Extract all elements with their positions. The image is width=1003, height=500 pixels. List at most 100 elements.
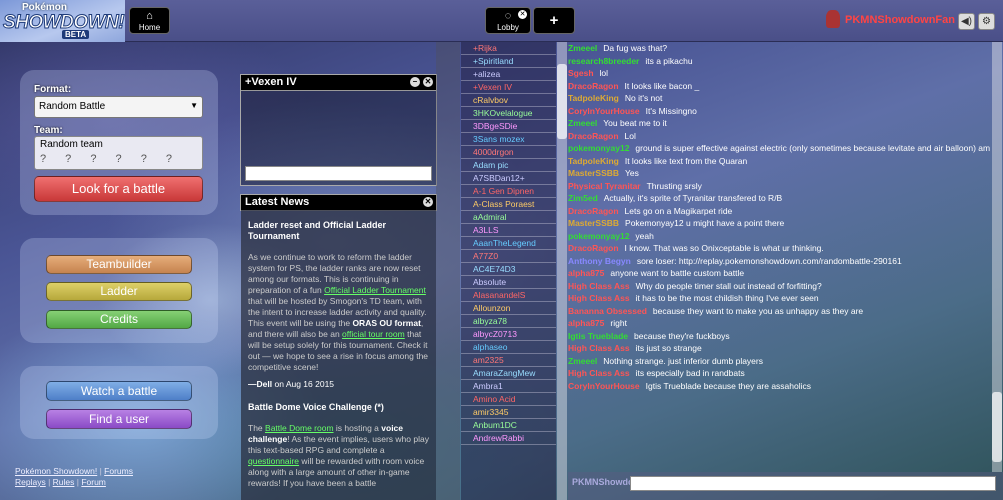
user-list-item[interactable]: A7SBDan12+	[461, 172, 556, 185]
avatar-icon[interactable]	[826, 10, 840, 28]
add-tab-button[interactable]: +	[533, 7, 575, 34]
chat-username[interactable]: alpha875	[568, 268, 604, 278]
close-news-icon[interactable]: ✕	[423, 197, 433, 207]
user-list-item[interactable]: AndrewRabbi	[461, 432, 556, 445]
user-list-item[interactable]: Amino Acid	[461, 393, 556, 406]
username-label[interactable]: PKMNShowdownFan	[845, 14, 955, 26]
user-list-item[interactable]: +Spiritland	[461, 55, 556, 68]
credits-button[interactable]: Credits	[46, 310, 192, 329]
user-list-item[interactable]: 3HKOvelalogue	[461, 107, 556, 120]
close-lobby-icon[interactable]: ✕	[518, 10, 527, 19]
user-list-item[interactable]: Ambra1	[461, 380, 556, 393]
teambuilder-button[interactable]: Teambuilder	[46, 255, 192, 274]
chat-username[interactable]: High Class Ass	[568, 343, 630, 353]
user-list-item[interactable]: A77Z0	[461, 250, 556, 263]
panel-resize-handle[interactable]	[436, 42, 460, 500]
chat-input[interactable]	[630, 476, 996, 491]
user-list-item[interactable]: aAdmiral	[461, 211, 556, 224]
chat-username[interactable]: Igtis Trueblade	[568, 331, 628, 341]
chat-username[interactable]: CorylnYourHouse	[568, 106, 640, 116]
lobby-tab[interactable]: ◌ Lobby ✕	[485, 7, 531, 34]
chat-username[interactable]: Sgesh	[568, 68, 594, 78]
footer-link-forum[interactable]: Forum	[81, 477, 106, 487]
ladder-button[interactable]: Ladder	[46, 282, 192, 301]
chat-username[interactable]: research8breeder	[568, 56, 639, 66]
footer-link-forums[interactable]: Forums	[104, 466, 133, 476]
user-list-item[interactable]: am2325	[461, 354, 556, 367]
user-list-item[interactable]: alphaseo	[461, 341, 556, 354]
user-list-item[interactable]: AlasanandelS	[461, 289, 556, 302]
news-link[interactable]: Battle Dome room	[265, 423, 334, 433]
chat-username[interactable]: Zmeeel	[568, 43, 597, 53]
user-list-item[interactable]: A3LLS	[461, 224, 556, 237]
chat-username[interactable]: Zmeeel	[568, 356, 597, 366]
news-link[interactable]: official tour room	[342, 329, 405, 339]
user-list-item[interactable]: 3DBgeSDie	[461, 120, 556, 133]
user-list-item[interactable]: cRalvbov	[461, 94, 556, 107]
chat-username[interactable]: CorylnYourHouse	[568, 381, 640, 391]
news-paragraph-2: The Battle Dome room is hosting a voice …	[248, 423, 429, 489]
user-list-item[interactable]: Adam pic	[461, 159, 556, 172]
gear-icon[interactable]: ⚙	[978, 13, 995, 30]
volume-icon[interactable]: ◀)	[958, 13, 975, 30]
user-list-item[interactable]: 3Sans mozex	[461, 133, 556, 146]
news-link[interactable]: questionnaire	[248, 456, 299, 466]
footer-link-replays[interactable]: Replays	[15, 477, 46, 487]
user-list-item[interactable]: A-1 Gen Dipnen	[461, 185, 556, 198]
user-list-item[interactable]: albycZ0713	[461, 328, 556, 341]
home-tab[interactable]: ⌂ Home	[129, 7, 170, 34]
chat-username[interactable]: DracoRagon	[568, 206, 619, 216]
chat-username[interactable]: High Class Ass	[568, 293, 630, 303]
user-list-item[interactable]: +Rijka	[461, 42, 556, 55]
user-list-item[interactable]: AmaraZangMew	[461, 367, 556, 380]
chat-scroll-thumb[interactable]	[992, 392, 1002, 462]
showdown-logo[interactable]: Pokémon SHOWDOWN! BETA	[0, 0, 125, 42]
user-list-item[interactable]: +alizea	[461, 68, 556, 81]
chat-username[interactable]: alpha875	[568, 318, 604, 328]
chat-username[interactable]: TadpoleKing	[568, 93, 619, 103]
chat-username[interactable]: DracoRagon	[568, 131, 619, 141]
user-list-item[interactable]: albyza78	[461, 315, 556, 328]
user-list-item[interactable]: AaanTheLegend	[461, 237, 556, 250]
team-select[interactable]: Random team ? ? ? ? ? ?	[34, 136, 203, 170]
user-list-item[interactable]: 4000drgon	[461, 146, 556, 159]
footer-link-home[interactable]: Pokémon Showdown!	[15, 466, 97, 476]
userlist-scroll-thumb[interactable]	[557, 64, 567, 139]
chat-message: CorylnYourHouse Igtis Trueblade because t…	[568, 380, 991, 393]
chat-username[interactable]: TadpoleKing	[568, 156, 619, 166]
chat-username[interactable]: DracoRagon	[568, 243, 619, 253]
chat-username[interactable]: Anthony Begyn	[568, 256, 631, 266]
user-list-item[interactable]: AC4E74D3	[461, 263, 556, 276]
minimize-icon[interactable]: –	[410, 77, 420, 87]
user-list-item[interactable]: Absolute	[461, 276, 556, 289]
chat-username[interactable]: Bananna Obsessed	[568, 306, 647, 316]
userlist-scrollbar[interactable]	[557, 42, 567, 500]
user-list-item[interactable]: +Vexen IV	[461, 81, 556, 94]
watch-battle-button[interactable]: Watch a battle	[46, 381, 192, 401]
chat-username[interactable]: pokemonyay12	[568, 231, 629, 241]
find-user-button[interactable]: Find a user	[46, 409, 192, 429]
chat-username[interactable]: Zmeeel	[568, 118, 597, 128]
news-title: Latest News	[245, 196, 310, 208]
chat-username[interactable]: DracoRagon	[568, 81, 619, 91]
chat-username[interactable]: High Class Ass	[568, 281, 630, 291]
user-list-item[interactable]: amir3345	[461, 406, 556, 419]
user-list-item[interactable]: Allounzon	[461, 302, 556, 315]
look-for-battle-button[interactable]: Look for a battle	[34, 176, 203, 202]
chat-username[interactable]: Zim5ed	[568, 193, 598, 203]
user-list-item[interactable]: A-Class Poraest	[461, 198, 556, 211]
news-link[interactable]: Official Ladder Tournament	[324, 285, 426, 295]
chat-username[interactable]: High Class Ass	[568, 368, 630, 378]
chat-username[interactable]: MasterSSBB	[568, 218, 619, 228]
pm-input[interactable]	[245, 166, 432, 181]
pm-header[interactable]: +Vexen IV – ✕	[241, 75, 436, 91]
footer-link-rules[interactable]: Rules	[53, 477, 75, 487]
chat-username[interactable]: Physical Tyranitar	[568, 181, 641, 191]
user-list-item[interactable]: Anbum1DC	[461, 419, 556, 432]
chat-username[interactable]: MasterSSBB	[568, 168, 619, 178]
chat-scrollbar[interactable]	[992, 42, 1002, 472]
pm-title: +Vexen IV	[245, 76, 297, 88]
close-icon[interactable]: ✕	[423, 77, 433, 87]
chat-username[interactable]: pokemonyay12	[568, 143, 629, 153]
format-select[interactable]: Random Battle ▼	[34, 96, 203, 118]
